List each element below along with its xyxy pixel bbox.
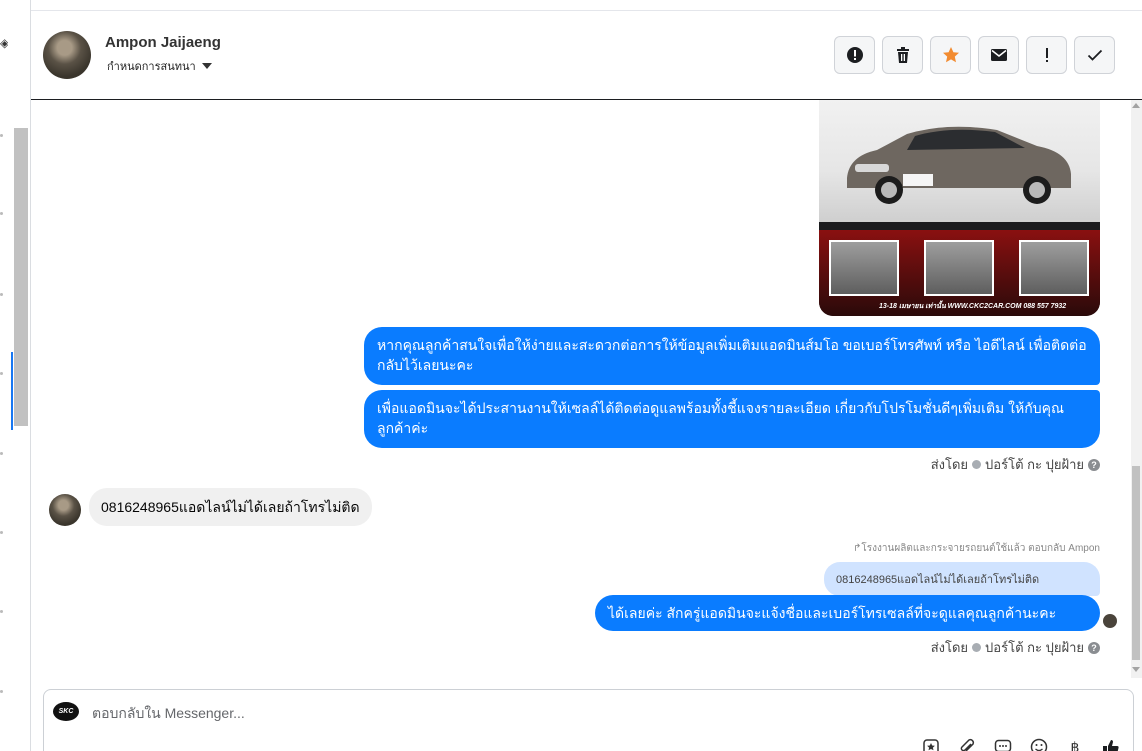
car-thumbnail bbox=[924, 240, 994, 296]
composer-tools: ฿ bbox=[922, 738, 1120, 751]
delete-button[interactable] bbox=[882, 36, 923, 74]
mark-unread-button[interactable] bbox=[978, 36, 1019, 74]
left-sidebar-strip: ◈ bbox=[0, 0, 31, 751]
verified-icon bbox=[972, 460, 982, 469]
reply-input[interactable] bbox=[92, 702, 792, 724]
outgoing-message[interactable]: หากคุณลูกค้าสนใจเพื่อให้ง่ายและสะดวกต่อก… bbox=[364, 327, 1100, 385]
contact-name[interactable]: Ampon Jaijaeng bbox=[105, 34, 221, 51]
sent-by-prefix: ส่งโดย bbox=[930, 457, 969, 472]
read-receipt-avatar bbox=[1103, 614, 1117, 628]
contact-avatar[interactable] bbox=[43, 31, 91, 79]
check-icon bbox=[1087, 49, 1102, 61]
trash-icon bbox=[896, 47, 909, 63]
sidebar-dot bbox=[0, 690, 3, 693]
sidebar-dot bbox=[0, 134, 3, 137]
spam-button[interactable] bbox=[834, 36, 875, 74]
car-promo-image[interactable]: 13-18 เมษายน เท่านั้น WWW.CKC2CAR.COM 08… bbox=[819, 100, 1100, 316]
sidebar-active-indicator bbox=[11, 352, 13, 430]
chat-bubble-icon bbox=[994, 739, 1012, 751]
scroll-up-arrow-icon[interactable] bbox=[1132, 103, 1140, 108]
sidebar-dot bbox=[0, 212, 3, 215]
scroll-down-arrow-icon[interactable] bbox=[1132, 667, 1140, 672]
sent-by-prefix: ส่งโดย bbox=[930, 640, 969, 655]
page-logo: SKC bbox=[53, 702, 79, 721]
car-thumbnail bbox=[829, 240, 899, 296]
star-button[interactable] bbox=[930, 36, 971, 74]
sent-by-name: ปอร์โต้ กะ ปุยฝ้าย bbox=[985, 640, 1084, 655]
sender-avatar[interactable] bbox=[49, 494, 81, 526]
car-thumbnail bbox=[1019, 240, 1089, 296]
quoted-message[interactable]: 0816248965แอดไลน์ไม่ได้เลยถ้าโทรไม่ติด bbox=[824, 562, 1100, 596]
verified-icon bbox=[972, 643, 982, 652]
alert-circle-icon bbox=[846, 47, 863, 63]
message-thread[interactable]: 13-18 เมษายน เท่านั้น WWW.CKC2CAR.COM 08… bbox=[31, 100, 1131, 678]
scrollbar-thumb[interactable] bbox=[1132, 466, 1140, 660]
car-illustration bbox=[847, 126, 1071, 204]
payment-button[interactable]: ฿ bbox=[1066, 738, 1084, 751]
help-icon[interactable]: ? bbox=[1088, 458, 1100, 471]
incoming-message[interactable]: 0816248965แอดไลน์ไม่ได้เลยถ้าโทรไม่ติด bbox=[89, 488, 372, 526]
paperclip-icon bbox=[960, 738, 975, 751]
outgoing-message[interactable]: เพื่อแอดมินจะได้ประสานงานให้เซลล์ได้ติดต… bbox=[364, 390, 1100, 448]
emoji-button[interactable] bbox=[1030, 738, 1048, 751]
conversation-schedule-label: กำหนดการสนทนา bbox=[107, 61, 196, 73]
conversation-header: Ampon Jaijaeng กำหนดการสนทนา bbox=[31, 11, 1142, 100]
mark-done-button[interactable] bbox=[1074, 36, 1115, 74]
promo-footer: 13-18 เมษายน เท่านั้น WWW.CKC2CAR.COM 08… bbox=[879, 303, 1067, 310]
sticker-icon bbox=[923, 739, 939, 751]
conversation-schedule-dropdown[interactable]: กำหนดการสนทนา bbox=[107, 57, 212, 75]
follow-up-button[interactable] bbox=[1026, 36, 1067, 74]
help-icon[interactable]: ? bbox=[1088, 641, 1100, 654]
attach-button[interactable] bbox=[958, 738, 976, 751]
reply-note: ↱โรงงานผลิตและกระจายรถยนต์ใช้แล้ว ตอบกลั… bbox=[853, 543, 1100, 554]
envelope-icon bbox=[990, 49, 1007, 61]
saved-replies-button[interactable] bbox=[994, 738, 1012, 751]
exclamation-icon bbox=[1045, 48, 1048, 62]
sidebar-dot bbox=[0, 372, 3, 375]
baht-icon: ฿ bbox=[1070, 738, 1080, 751]
sidebar-dot bbox=[0, 293, 3, 296]
thumbs-up-icon bbox=[1103, 740, 1119, 751]
sidebar-dot bbox=[0, 610, 3, 613]
sidebar-dot bbox=[0, 531, 3, 534]
message-composer: SKC ฿ bbox=[43, 689, 1134, 751]
emoji-icon bbox=[1030, 738, 1048, 751]
outgoing-message[interactable]: ได้เลยค่ะ สักครู่แอดมินจะแจ้งชื่อและเบอร… bbox=[595, 595, 1100, 631]
caret-down-icon bbox=[201, 63, 212, 69]
thread-scrollbar[interactable] bbox=[1131, 100, 1142, 678]
star-icon bbox=[942, 47, 959, 63]
sidebar-dot bbox=[0, 452, 3, 455]
sidebar-scrollbar[interactable] bbox=[14, 128, 28, 426]
sent-by-info: ส่งโดย ปอร์โต้ กะ ปุยฝ้าย ? bbox=[931, 454, 1100, 475]
layers-icon[interactable]: ◈ bbox=[0, 36, 8, 50]
like-button[interactable] bbox=[1102, 738, 1120, 751]
header-actions bbox=[834, 36, 1115, 74]
sticker-button[interactable] bbox=[922, 738, 940, 751]
sent-by-name: ปอร์โต้ กะ ปุยฝ้าย bbox=[985, 457, 1084, 472]
sent-by-info: ส่งโดย ปอร์โต้ กะ ปุยฝ้าย ? bbox=[931, 637, 1100, 658]
